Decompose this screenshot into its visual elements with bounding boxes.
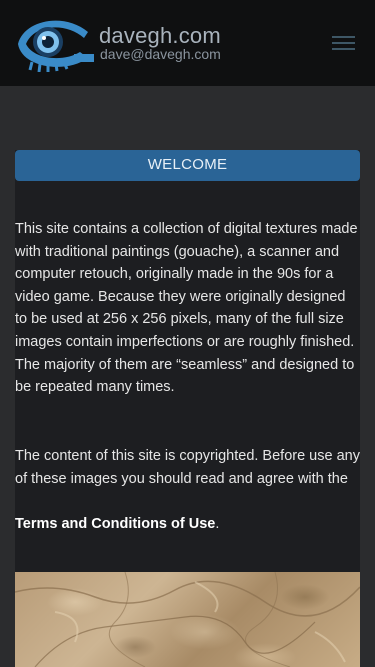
hamburger-menu-icon[interactable] xyxy=(332,35,356,51)
intro-paragraph: This site contains a collection of digit… xyxy=(15,221,358,396)
main-content: WELCOME This site contains a collection … xyxy=(15,150,360,667)
copyright-paragraph: The content of this site is copyrighted.… xyxy=(15,448,360,487)
texture-cracks xyxy=(15,572,360,667)
texture-preview-image[interactable] xyxy=(15,572,360,667)
site-name[interactable]: davegh.com xyxy=(99,24,221,48)
terms-line: Terms and Conditions of Use. xyxy=(15,513,219,536)
menu-bar-line xyxy=(332,48,355,50)
welcome-heading: WELCOME xyxy=(15,150,360,181)
site-header: davegh.com dave@davegh.com xyxy=(0,0,375,86)
site-email[interactable]: dave@davegh.com xyxy=(100,46,221,62)
menu-bar-line xyxy=(332,36,355,38)
terms-link[interactable]: Terms and Conditions of Use xyxy=(15,516,215,532)
menu-bar-line xyxy=(332,42,355,44)
eye-logo-icon[interactable] xyxy=(14,14,94,72)
terms-period: . xyxy=(215,516,220,532)
